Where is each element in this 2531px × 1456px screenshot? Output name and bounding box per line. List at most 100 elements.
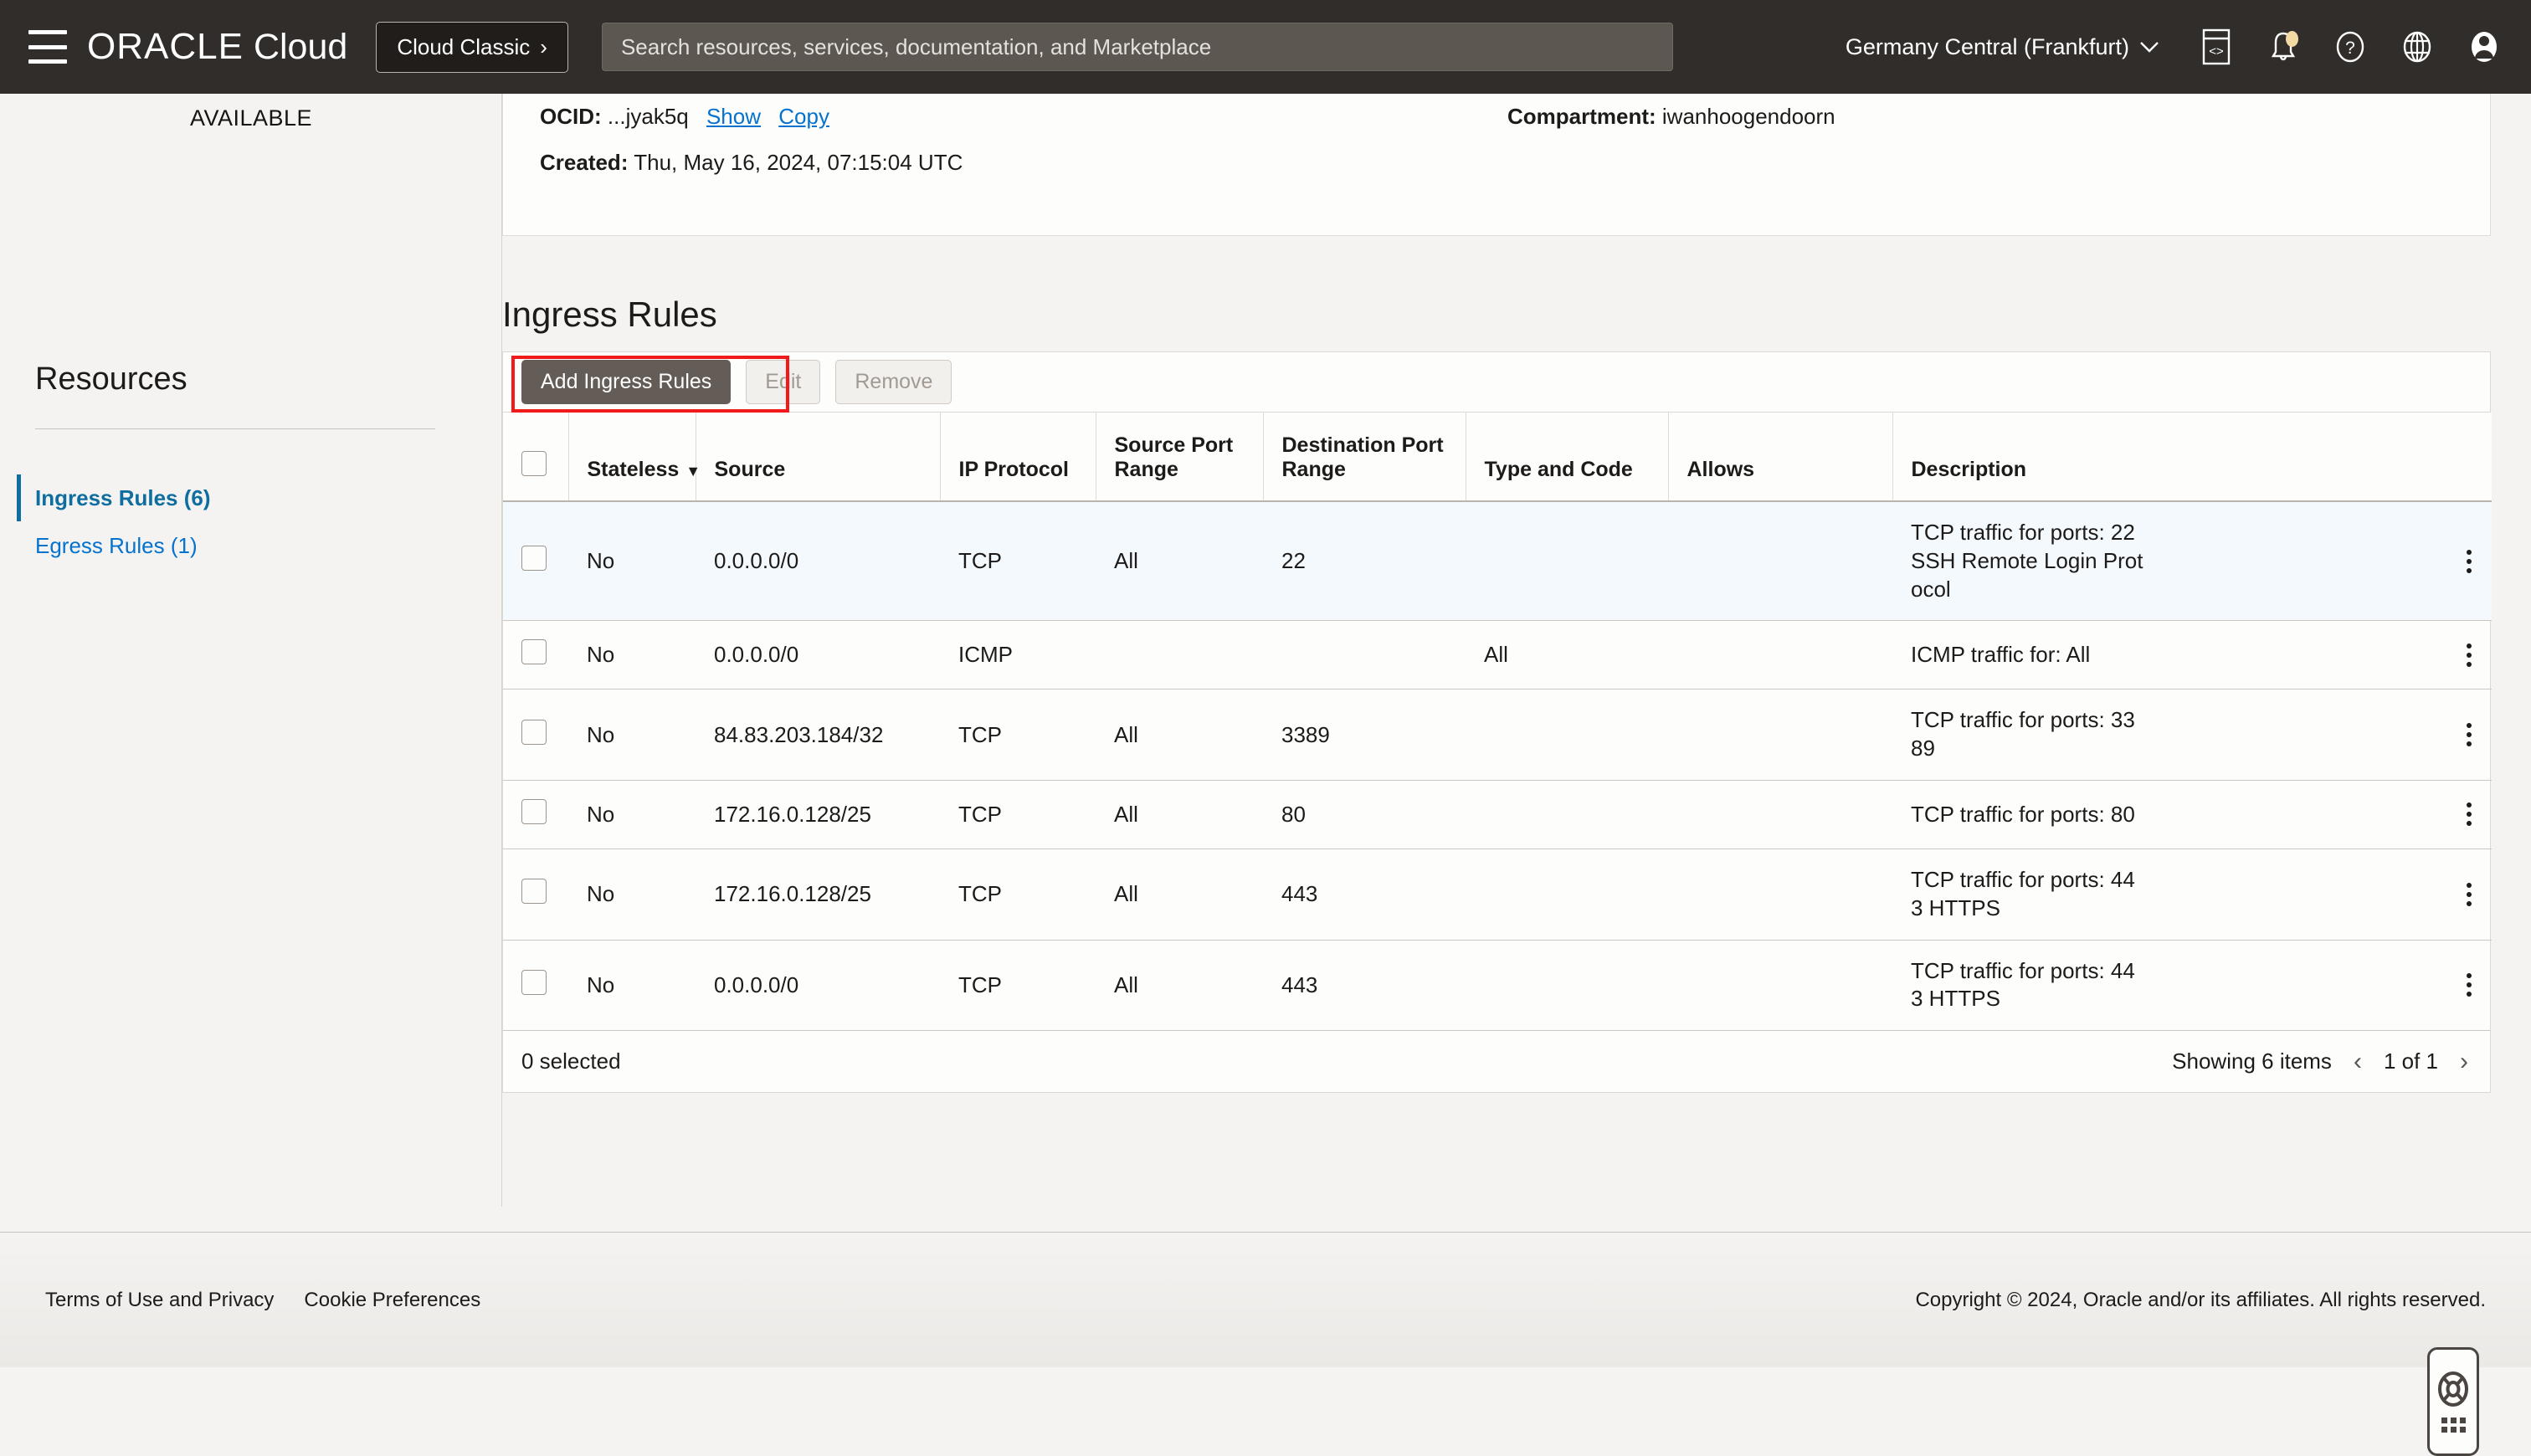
column-header-type-and-code[interactable]: Type and Code	[1466, 413, 1669, 502]
cell-ip-protocol: TCP	[940, 689, 1096, 781]
column-header-destination-port-range[interactable]: Destination Port Range	[1263, 413, 1466, 502]
global-search[interactable]	[601, 23, 1673, 71]
row-select-cell[interactable]	[503, 620, 568, 690]
cloud-classic-label: Cloud Classic	[397, 33, 531, 59]
column-header-source-port-range[interactable]: Source Port Range	[1096, 413, 1264, 502]
row-checkbox[interactable]	[521, 546, 547, 572]
table-toolbar: Add Ingress Rules Edit Remove	[503, 352, 2490, 413]
cell-allows	[1668, 689, 1892, 781]
add-ingress-rules-button[interactable]: Add Ingress Rules	[521, 360, 732, 404]
column-header-source[interactable]: Source	[696, 413, 941, 502]
row-select-cell[interactable]	[503, 848, 568, 941]
row-actions-kebab-icon[interactable]	[2467, 882, 2472, 906]
cell-description: TCP traffic for ports: 22 SSH Remote Log…	[1911, 520, 2143, 602]
cell-type-and-code: All	[1466, 620, 1668, 690]
cell-ip-protocol: TCP	[958, 972, 1002, 997]
pagination: Showing 6 items ‹ 1 of 1 ›	[2172, 1048, 2472, 1076]
ocid-show-link[interactable]: Show	[706, 104, 761, 129]
resource-details-card: OCID: ...jyak5q Show Copy Created: Thu, …	[502, 85, 2491, 236]
sort-caret-icon: ▼	[685, 463, 701, 479]
ocid-copy-link[interactable]: Copy	[778, 104, 829, 129]
row-select-cell[interactable]	[503, 940, 568, 1030]
language-globe-icon[interactable]	[2399, 28, 2436, 66]
table-row[interactable]: No 0.0.0.0/0 TCP All 22 TCP traffic for …	[503, 501, 2492, 622]
cell-description-wrap: TCP traffic for ports: 33 89	[1892, 689, 2492, 781]
sidebar-item-label: Egress Rules (1)	[35, 533, 198, 558]
sidebar-item-label: Ingress Rules (6)	[35, 484, 211, 510]
row-select-cell[interactable]	[503, 780, 568, 849]
availability-status: AVAILABLE	[189, 105, 313, 131]
cell-stateless: No	[568, 501, 696, 622]
main-content: OCID: ...jyak5q Show Copy Created: Thu, …	[502, 85, 2531, 1207]
select-all-header[interactable]	[503, 413, 569, 502]
row-checkbox[interactable]	[521, 798, 547, 824]
column-header-stateless[interactable]: Stateless ▼	[568, 413, 701, 502]
row-checkbox[interactable]	[521, 969, 547, 995]
header-actions: Germany Central (Frankfurt) <> ?	[1846, 28, 2503, 66]
cloud-shell-icon[interactable]: <>	[2198, 28, 2235, 66]
row-select-cell[interactable]	[503, 689, 568, 781]
cell-source-port-range	[1096, 620, 1263, 690]
select-all-checkbox[interactable]	[521, 451, 547, 476]
resources-divider	[35, 428, 435, 429]
table-row[interactable]: No 172.16.0.128/25 TCP All 80 TCP traffi…	[503, 780, 2492, 849]
page-body: AVAILABLE Resources Ingress Rules (6) Eg…	[0, 85, 2531, 1456]
footer-links: Terms of Use and Privacy Cookie Preferen…	[45, 1289, 480, 1312]
cell-description: TCP traffic for ports: 44 3 HTTPS	[1911, 866, 2135, 920]
cell-source: 84.83.203.184/32	[696, 689, 940, 781]
remove-button[interactable]: Remove	[835, 360, 952, 404]
cell-ip-protocol: TCP	[940, 848, 1096, 941]
created-row: Created: Thu, May 16, 2024, 07:15:04 UTC	[540, 150, 2453, 176]
table-row[interactable]: No 84.83.203.184/32 TCP All 3389 TCP tra…	[503, 689, 2492, 781]
table-row[interactable]: No 0.0.0.0/0 TCP All 443 TCP traffic for…	[503, 940, 2492, 1030]
row-actions-kebab-icon[interactable]	[2467, 973, 2472, 997]
row-actions-kebab-icon[interactable]	[2467, 723, 2472, 747]
row-select-cell[interactable]	[503, 501, 568, 622]
next-page-button[interactable]: ›	[2457, 1048, 2472, 1076]
column-header-description[interactable]: Description	[1892, 413, 2492, 502]
cookie-preferences-link[interactable]: Cookie Preferences	[304, 1289, 480, 1312]
created-value: Thu, May 16, 2024, 07:15:04 UTC	[634, 150, 963, 175]
row-checkbox[interactable]	[521, 879, 547, 905]
notification-badge-dot	[2286, 31, 2298, 47]
table-row[interactable]: No 172.16.0.128/25 TCP All 443 TCP traff…	[503, 848, 2492, 941]
hamburger-menu-icon[interactable]	[28, 30, 67, 64]
column-header-allows[interactable]: Allows	[1668, 413, 1893, 502]
cell-description-wrap: ICMP traffic for: All	[1892, 620, 2492, 690]
prev-page-button[interactable]: ‹	[2350, 1048, 2365, 1076]
sidebar-item-egress-rules[interactable]: Egress Rules (1)	[35, 533, 198, 559]
terms-of-use-link[interactable]: Terms of Use and Privacy	[45, 1289, 274, 1312]
ocid-row: OCID: ...jyak5q Show Copy	[540, 104, 2453, 130]
region-selector[interactable]: Germany Central (Frankfurt)	[1846, 34, 2159, 60]
search-input[interactable]	[601, 23, 1673, 71]
row-actions-kebab-icon[interactable]	[2467, 643, 2472, 667]
cell-ip-protocol: TCP	[940, 501, 1096, 622]
oracle-cloud-logo[interactable]: ORACLE Cloud	[87, 26, 347, 68]
help-support-widget[interactable]	[2427, 1347, 2479, 1456]
notifications-bell-icon[interactable]	[2265, 28, 2302, 66]
lifebuoy-icon	[2438, 1371, 2468, 1407]
cell-allows	[1668, 848, 1892, 941]
cell-destination-port-range: 443	[1281, 972, 1318, 997]
cell-ip-protocol: ICMP	[940, 620, 1096, 690]
cell-ip-protocol: TCP	[940, 780, 1096, 849]
cloud-classic-button[interactable]: Cloud Classic ›	[376, 21, 568, 73]
column-header-ip-protocol[interactable]: IP Protocol	[940, 413, 1096, 502]
svg-text:?: ?	[2345, 38, 2355, 58]
page-footer: Terms of Use and Privacy Cookie Preferen…	[0, 1232, 2531, 1367]
cell-description: ICMP traffic for: All	[1911, 641, 2091, 667]
row-actions-kebab-icon[interactable]	[2467, 549, 2472, 573]
dot-grid-icon	[2441, 1418, 2466, 1433]
row-checkbox[interactable]	[521, 719, 547, 745]
cell-allows	[1668, 940, 1892, 1030]
global-header: ORACLE Cloud Cloud Classic › Germany Cen…	[0, 0, 2531, 94]
row-checkbox[interactable]	[521, 639, 547, 665]
cell-description-wrap: TCP traffic for ports: 44 3 HTTPS	[1892, 848, 2492, 941]
row-actions-kebab-icon[interactable]	[2467, 802, 2472, 827]
user-avatar-icon[interactable]	[2466, 28, 2503, 66]
sidebar-item-ingress-rules[interactable]: Ingress Rules (6)	[17, 474, 211, 521]
table-row[interactable]: No 0.0.0.0/0 ICMP All ICMP traffic for: …	[503, 620, 2492, 690]
cell-description: TCP traffic for ports: 80	[1911, 801, 2135, 827]
help-question-icon[interactable]: ?	[2332, 28, 2369, 66]
edit-button[interactable]: Edit	[746, 360, 821, 404]
